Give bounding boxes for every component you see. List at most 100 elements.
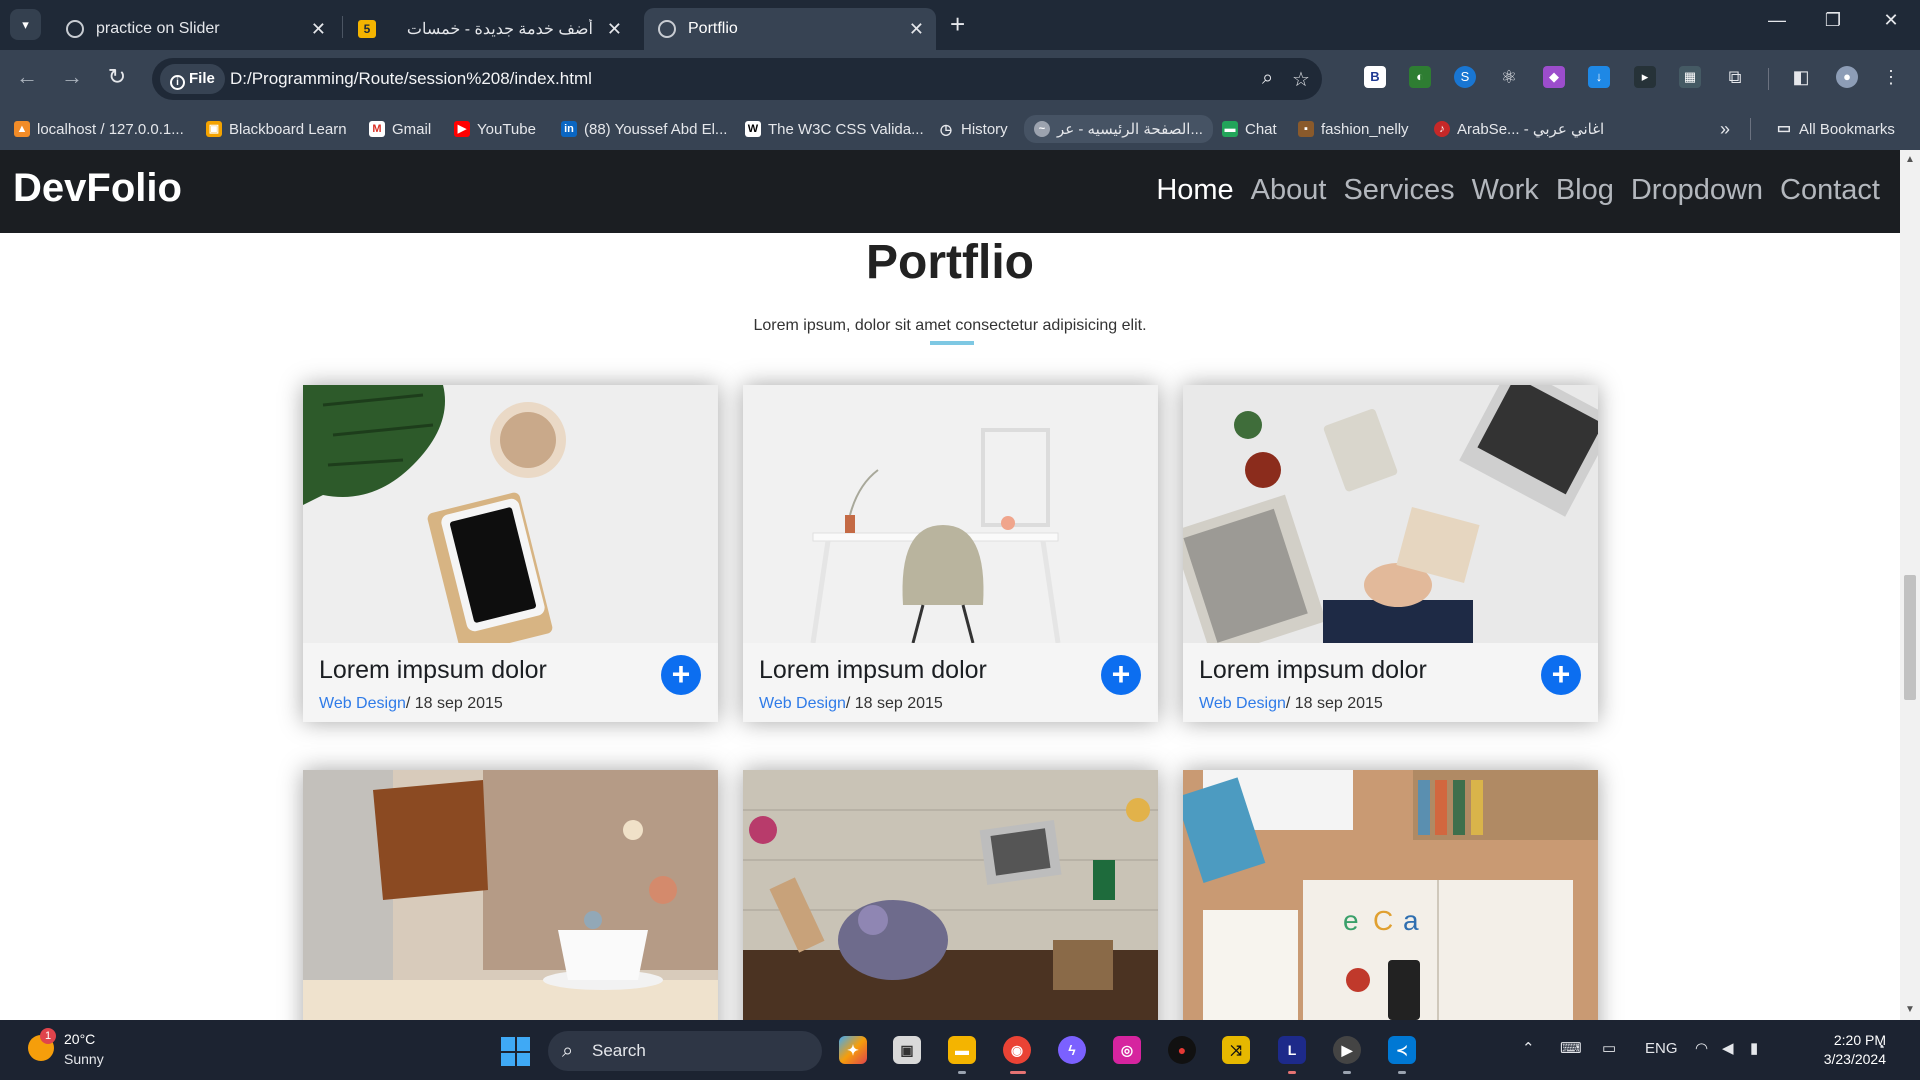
extension-purple-icon[interactable]: ◆	[1543, 66, 1565, 88]
scrollbar-thumb[interactable]	[1904, 575, 1916, 700]
svg-text:C: C	[1373, 905, 1393, 936]
bookmark-chat[interactable]: ▬ Chat	[1222, 118, 1277, 140]
extension-b-icon[interactable]: B	[1364, 66, 1386, 88]
display-icon[interactable]: ▭	[1602, 1039, 1616, 1057]
all-bookmarks-label: All Bookmarks	[1799, 120, 1895, 138]
close-icon[interactable]: ✕	[311, 19, 326, 40]
new-tab-button[interactable]: +	[950, 10, 965, 38]
nav-services[interactable]: Services	[1343, 174, 1454, 207]
tab-practice-on-slider[interactable]: practice on Slider ✕	[52, 8, 338, 50]
restore-icon[interactable]: ❐	[1813, 10, 1853, 31]
system-clock[interactable]: 2:20 PM 3/23/2024	[1796, 1031, 1886, 1069]
nav-dropdown[interactable]: Dropdown	[1631, 174, 1763, 207]
minimize-icon[interactable]: —	[1757, 10, 1797, 31]
portfolio-card[interactable]	[743, 770, 1158, 1020]
scroll-down-icon[interactable]: ▼	[1900, 1004, 1920, 1015]
chevron-up-icon[interactable]: ⌃	[1522, 1039, 1535, 1057]
portfolio-card[interactable]: Lorem impsum dolor Web Design/ 18 sep 20…	[743, 385, 1158, 722]
download-extension-icon[interactable]: ↓	[1588, 66, 1610, 88]
menu-kebab-icon[interactable]: ⋮	[1880, 66, 1902, 88]
notification-bell-icon[interactable]: ◔	[1876, 1039, 1885, 1056]
vscode-icon[interactable]: ≺	[1388, 1036, 1416, 1064]
portfolio-card[interactable]: Lorem impsum dolor Web Design/ 18 sep 20…	[1183, 385, 1598, 722]
bookmark-history[interactable]: ◷ History	[938, 118, 1008, 140]
wifi-icon[interactable]: ◠	[1695, 1039, 1708, 1057]
extensions-puzzle-icon[interactable]: ⧉	[1724, 66, 1746, 88]
back-icon[interactable]: ←	[12, 64, 42, 90]
weather-temperature[interactable]: 20°C	[64, 1031, 95, 1047]
page-scrollbar[interactable]: ▲ ▼	[1900, 150, 1920, 1020]
bookmark-linkedin[interactable]: in (88) Youssef Abd El...	[561, 118, 727, 140]
tab-khamsat[interactable]: 5 أضف خدمة جديدة - خمسات ✕	[344, 8, 634, 50]
add-plus-button[interactable]: +	[1541, 655, 1581, 695]
portfolio-card[interactable]: Lorem impsum dolor Web Design/ 18 sep 20…	[303, 385, 718, 722]
bookmark-star-icon[interactable]: ☆	[1292, 67, 1310, 92]
scroll-up-icon[interactable]: ▲	[1900, 154, 1920, 165]
close-icon[interactable]: ✕	[909, 19, 924, 40]
forward-icon[interactable]: →	[57, 64, 87, 90]
title-underline	[930, 341, 974, 345]
card-category-link[interactable]: Web Design	[319, 695, 406, 712]
battery-icon[interactable]: ▮	[1750, 1039, 1758, 1057]
close-window-icon[interactable]: ✕	[1871, 10, 1911, 31]
app-arrows-icon[interactable]: ⤨	[1222, 1036, 1250, 1064]
all-bookmarks[interactable]: ▭ All Bookmarks	[1776, 118, 1895, 140]
nav-home[interactable]: Home	[1156, 174, 1233, 207]
windows-start-icon[interactable]	[501, 1037, 530, 1066]
card-category-link[interactable]: Web Design	[759, 695, 846, 712]
extension-shazam-icon[interactable]: S	[1454, 66, 1476, 88]
more-bookmarks-icon[interactable]: »	[1720, 118, 1730, 140]
extension-globe-icon[interactable]: ◐	[1409, 66, 1431, 88]
portfolio-image-laptop-bag	[303, 770, 718, 1020]
extension-cursor-icon[interactable]: ▸	[1634, 66, 1656, 88]
extension-grid-icon[interactable]: ▦	[1679, 66, 1701, 88]
chrome-icon[interactable]: ◉	[1003, 1036, 1031, 1064]
zoom-icon[interactable]: ⌕	[1262, 67, 1273, 90]
copilot-icon[interactable]: ✦	[839, 1036, 867, 1064]
taskbar-search[interactable]: ⌕ Search	[548, 1031, 822, 1071]
bookmark-blackboard[interactable]: ▣ Blackboard Learn	[206, 118, 347, 140]
file-explorer-icon[interactable]: ▬	[948, 1036, 976, 1064]
url-text[interactable]: D:/Programming/Route/session%208/index.h…	[230, 69, 592, 89]
instagram-icon[interactable]: ◎	[1113, 1036, 1141, 1064]
site-info-chip[interactable]: i File	[160, 64, 225, 94]
weather-description[interactable]: Sunny	[64, 1051, 104, 1067]
task-view-icon[interactable]: ▣	[893, 1036, 921, 1064]
nav-about[interactable]: About	[1251, 174, 1327, 207]
folder-icon: ▭	[1776, 120, 1792, 137]
tab-search-button[interactable]: ▾	[10, 9, 41, 40]
nav-work[interactable]: Work	[1472, 174, 1539, 207]
notification-badge: 1	[40, 1028, 56, 1044]
portfolio-card[interactable]	[303, 770, 718, 1020]
volume-icon[interactable]: ◀	[1722, 1039, 1734, 1057]
reload-icon[interactable]: ↻	[102, 64, 132, 90]
running-indicator	[1343, 1071, 1351, 1074]
portfolio-card[interactable]: e C a	[1183, 770, 1598, 1020]
add-plus-button[interactable]: +	[1101, 655, 1141, 695]
close-icon[interactable]: ✕	[607, 19, 622, 40]
language-indicator[interactable]: ENG	[1645, 1040, 1678, 1057]
bookmark-w3c[interactable]: W The W3C CSS Valida...	[745, 118, 924, 140]
side-panel-icon[interactable]: ◧	[1790, 66, 1812, 88]
nav-blog[interactable]: Blog	[1556, 174, 1614, 207]
add-plus-button[interactable]: +	[661, 655, 701, 695]
bookmark-arabic-home[interactable]: ~ الصفحة الرئيسيه - عر...	[1024, 115, 1213, 143]
site-logo[interactable]: DevFolio	[13, 166, 182, 211]
tab-portflio[interactable]: Portflio ✕	[644, 8, 936, 50]
card-category-link[interactable]: Web Design	[1199, 695, 1286, 712]
bookmark-localhost[interactable]: ▲ localhost / 127.0.0.1...	[14, 118, 184, 140]
bookmark-youtube[interactable]: ▶ YouTube	[454, 118, 536, 140]
address-bar[interactable]: i File D:/Programming/Route/session%208/i…	[152, 58, 1322, 100]
nav-contact[interactable]: Contact	[1780, 174, 1880, 207]
extension-react-icon[interactable]: ⚛	[1498, 66, 1520, 88]
bookmark-fashion-nelly[interactable]: ▪ fashion_nelly	[1298, 118, 1409, 140]
bookmark-gmail[interactable]: M Gmail	[369, 118, 431, 140]
keyboard-icon[interactable]: ⌨	[1560, 1039, 1582, 1057]
profile-avatar[interactable]: ●	[1836, 66, 1858, 88]
media-player-icon[interactable]: ▶	[1333, 1036, 1361, 1064]
app-l-icon[interactable]: L	[1278, 1036, 1306, 1064]
recorder-icon[interactable]: ●	[1168, 1036, 1196, 1064]
linkedin-icon: in	[561, 121, 577, 137]
messenger-icon[interactable]: ϟ	[1058, 1036, 1086, 1064]
bookmark-arabsessions[interactable]: ♪ ArabSe... - اغاني عربي	[1434, 118, 1604, 140]
